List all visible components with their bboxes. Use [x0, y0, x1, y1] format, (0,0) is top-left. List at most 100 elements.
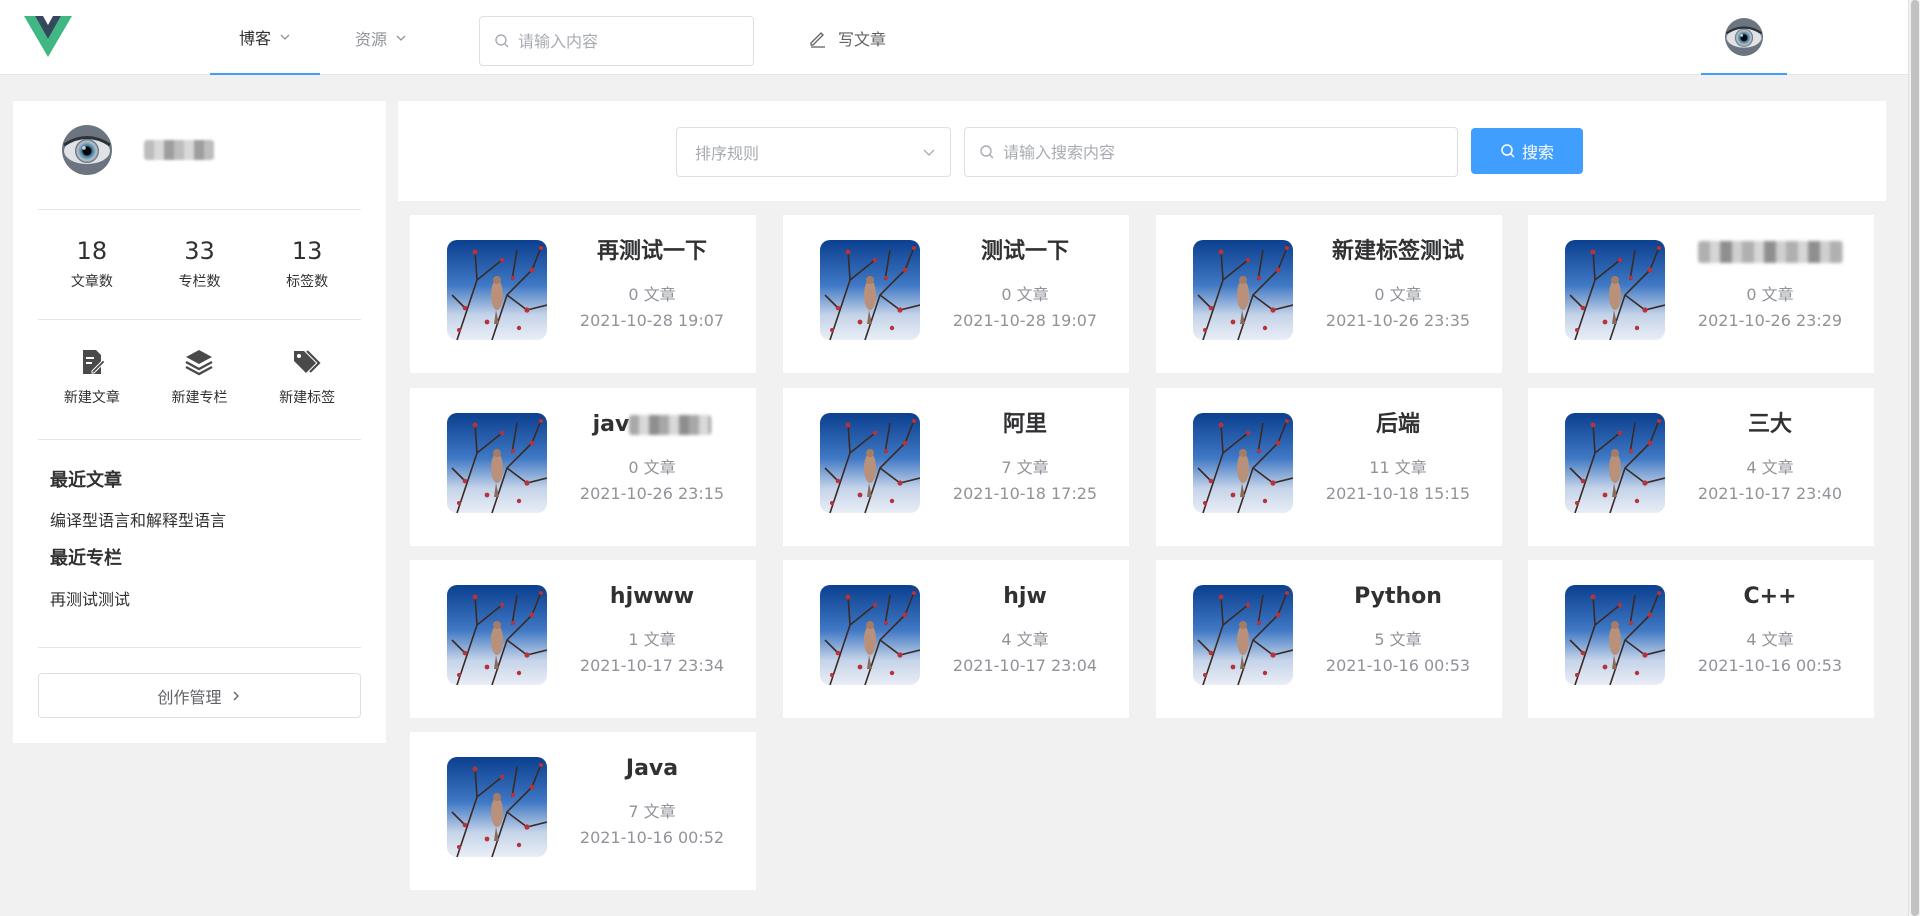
- stat-tags-label: 标签数: [286, 274, 329, 290]
- top-search-box: [479, 16, 754, 66]
- tag-title: 阿里: [1002, 412, 1047, 437]
- sort-rule-placeholder: 排序规则: [695, 144, 760, 163]
- stat-articles-count: 18: [76, 237, 108, 265]
- vue-logo-icon: [24, 16, 72, 57]
- tag-cover-image: [1193, 240, 1293, 340]
- nav-blog[interactable]: 博客: [210, 0, 320, 75]
- tag-cover-image: [820, 413, 920, 513]
- tag-title: hjw: [1003, 584, 1047, 609]
- tag-article-count: 0 文章: [1374, 285, 1422, 304]
- tag-cover-image: [1565, 413, 1665, 513]
- tag-date: 2021-10-17 23:04: [952, 656, 1098, 675]
- tag-title: 新建标签测试: [1331, 239, 1464, 264]
- profile-header: [62, 125, 214, 175]
- tag-card[interactable]: 后端 11 文章 2021-10-18 15:15: [1156, 388, 1502, 546]
- tag-card[interactable]: hjw 4 文章 2021-10-17 23:04: [783, 560, 1129, 718]
- tag-date: 2021-10-17 23:40: [1697, 484, 1843, 503]
- nav-blog-label: 博客: [238, 28, 271, 48]
- profile-avatar[interactable]: [62, 125, 112, 175]
- tag-cover-image: [1565, 585, 1665, 685]
- nav-resources-label: 资源: [354, 29, 387, 49]
- new-tag-button[interactable]: 新建标签: [262, 347, 352, 407]
- redacted-username: [144, 140, 214, 160]
- tag-title: 再测试一下: [596, 239, 707, 264]
- content-search-box: [964, 127, 1458, 177]
- recent-columns-heading: 最近专栏: [50, 548, 122, 569]
- redacted-title-blur: [629, 415, 712, 435]
- tag-card[interactable]: 阿里 7 文章 2021-10-18 17:25: [783, 388, 1129, 546]
- tag-card[interactable]: 再测试一下 0 文章 2021-10-28 19:07: [410, 215, 756, 373]
- tag-card[interactable]: Python 5 文章 2021-10-16 00:53: [1156, 560, 1502, 718]
- search-button[interactable]: 搜索: [1471, 128, 1583, 174]
- tag-article-count: 7 文章: [1001, 458, 1049, 477]
- recent-articles-heading: 最近文章: [50, 470, 122, 491]
- nav-resources[interactable]: 资源: [326, 0, 436, 75]
- page-scrollbar[interactable]: [1908, 0, 1920, 916]
- stat-articles-label: 文章数: [70, 274, 113, 290]
- tag-card[interactable]: C++ 4 文章 2021-10-16 00:53: [1528, 560, 1874, 718]
- recent-column-link[interactable]: 再测试测试: [50, 586, 130, 610]
- new-column-button[interactable]: 新建专栏: [154, 347, 244, 407]
- new-article-button[interactable]: 新建文章: [47, 347, 137, 407]
- stat-columns-count: 33: [184, 237, 215, 265]
- tag-date: 2021-10-18 15:15: [1325, 484, 1471, 503]
- tag-cover-image: [447, 585, 547, 685]
- top-search-input[interactable]: [518, 31, 738, 51]
- layers-icon: [185, 350, 214, 376]
- tag-card[interactable]: 测试一下 0 文章 2021-10-28 19:07: [783, 215, 1129, 373]
- tag-article-count: 4 文章: [1001, 630, 1049, 649]
- search-icon: [1501, 144, 1515, 158]
- tag-cover-image: [447, 240, 547, 340]
- tag-date: 2021-10-16 00:53: [1325, 656, 1471, 675]
- tag-card[interactable]: 新建标签测试 0 文章 2021-10-26 23:35: [1156, 215, 1502, 373]
- tag-article-count: 7 文章: [628, 802, 676, 821]
- tag-card[interactable]: 三大 4 文章 2021-10-17 23:40: [1528, 388, 1874, 546]
- pen-icon: [810, 32, 825, 48]
- tag-article-count: 4 文章: [1746, 630, 1794, 649]
- chevron-right-icon: [233, 691, 239, 700]
- tag-title: 后端: [1375, 412, 1420, 437]
- user-menu[interactable]: [1701, 0, 1787, 75]
- stat-tags[interactable]: 13 标签数: [262, 237, 352, 291]
- quick-actions: 新建文章 新建专栏 新建标签: [38, 347, 361, 407]
- tag-date: 2021-10-28 19:07: [579, 311, 725, 330]
- tag-date: 2021-10-16 00:52: [579, 828, 725, 847]
- avatar: [1725, 18, 1763, 56]
- tag-date: 2021-10-26 23:35: [1325, 311, 1471, 330]
- tag-title: 测试一下: [980, 239, 1069, 264]
- vue-logo[interactable]: [24, 14, 72, 58]
- new-tag-label: 新建标签: [279, 390, 336, 406]
- stat-columns[interactable]: 33 专栏数: [154, 237, 244, 291]
- tag-title: 三大: [1747, 412, 1792, 437]
- filter-bar: 排序规则 搜索: [398, 101, 1886, 201]
- tag-card[interactable]: jav 0 文章 2021-10-26 23:15: [410, 388, 756, 546]
- tag-date: 2021-10-26 23:29: [1697, 311, 1843, 330]
- divider: [38, 319, 361, 320]
- divider: [38, 439, 361, 440]
- tags-icon: [294, 350, 321, 373]
- tag-cover-image: [820, 240, 920, 340]
- sort-rule-select[interactable]: 排序规则: [676, 127, 951, 177]
- content-search-input[interactable]: [1003, 142, 1443, 162]
- creation-management-button[interactable]: 创作管理: [38, 673, 361, 718]
- tag-card[interactable]: Java 7 文章 2021-10-16 00:52: [410, 732, 756, 890]
- tag-cover-image: [820, 585, 920, 685]
- tag-title-redacted: [1680, 237, 1860, 267]
- divider: [38, 209, 361, 210]
- search-icon: [980, 145, 994, 159]
- recent-article-link[interactable]: 编译型语言和解释型语言: [50, 507, 226, 531]
- tag-card[interactable]: 0 文章 2021-10-26 23:29: [1528, 215, 1874, 373]
- tag-cover-image: [447, 757, 547, 857]
- redacted-title-blur: [1697, 241, 1843, 263]
- search-icon: [495, 34, 509, 48]
- tag-card[interactable]: hjwww 1 文章 2021-10-17 23:34: [410, 560, 756, 718]
- scrollbar-thumb[interactable]: [1911, 0, 1919, 916]
- tag-article-count: 0 文章: [628, 458, 676, 477]
- tag-article-count: 5 文章: [1374, 630, 1422, 649]
- write-article-link[interactable]: 写文章: [808, 22, 886, 54]
- stat-articles[interactable]: 18 文章数: [47, 237, 137, 291]
- tag-title: Java: [625, 756, 679, 781]
- tag-title: C++: [1743, 584, 1797, 609]
- chevron-down-icon: [280, 34, 290, 40]
- write-article-label: 写文章: [838, 30, 887, 49]
